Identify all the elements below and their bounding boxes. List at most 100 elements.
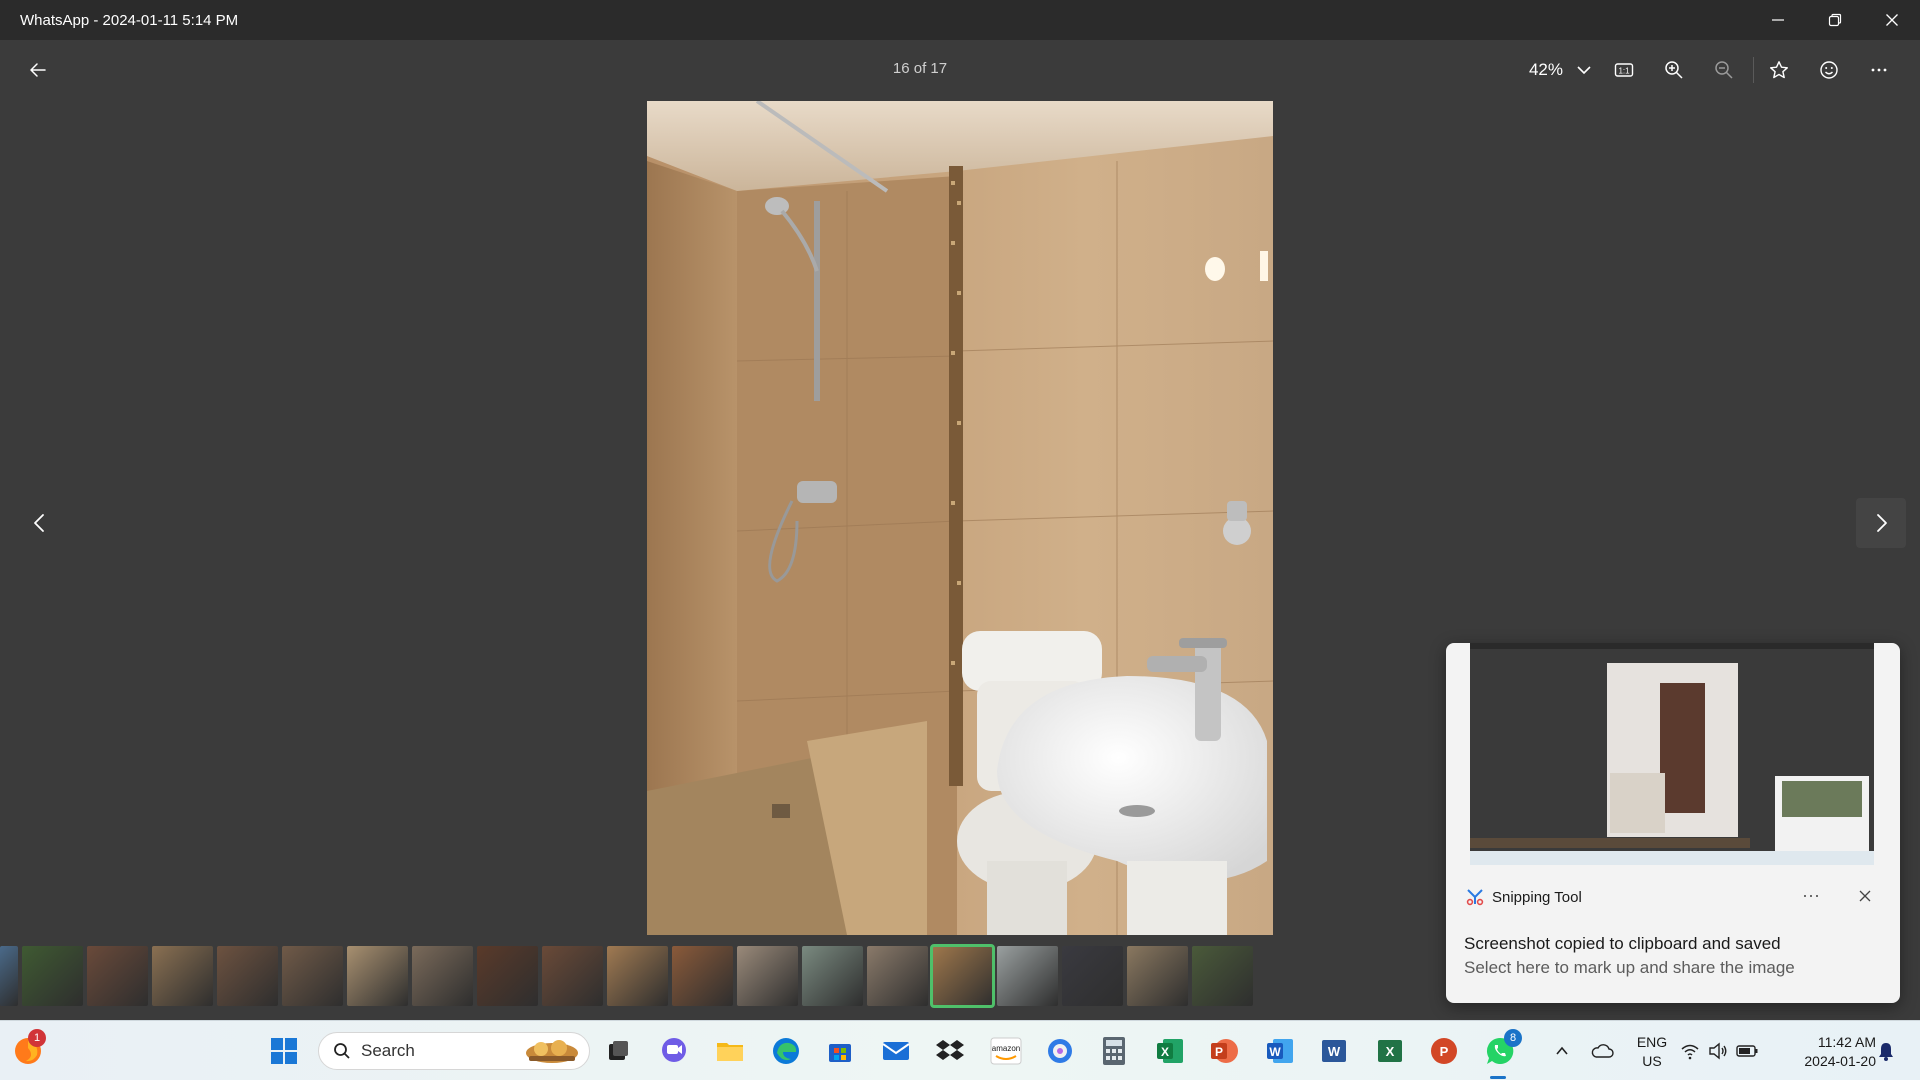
filmstrip-thumbnail[interactable]: [672, 946, 733, 1006]
filmstrip-thumbnail[interactable]: [152, 946, 213, 1006]
whatsapp-button[interactable]: 8: [1480, 1029, 1522, 1071]
start-icon: [271, 1038, 297, 1064]
dropbox-icon: [936, 1040, 964, 1060]
snipping-tool-icon: [1466, 889, 1484, 906]
filmstrip-thumbnail[interactable]: [737, 946, 798, 1006]
store-button[interactable]: [820, 1031, 860, 1071]
close-icon: [1885, 14, 1898, 26]
taskbar-search[interactable]: Search: [318, 1032, 590, 1070]
filmstrip-thumbnail[interactable]: [867, 946, 928, 1006]
mail-button[interactable]: [876, 1031, 916, 1071]
close-window-button[interactable]: [1863, 0, 1920, 40]
main-image[interactable]: [647, 101, 1273, 935]
filmstrip-thumbnail[interactable]: [1127, 946, 1188, 1006]
excel-button[interactable]: X: [1150, 1031, 1190, 1071]
filmstrip-thumbnail[interactable]: [1192, 946, 1253, 1006]
chevron-up-icon: [1556, 1046, 1568, 1055]
copilot-icon: [1048, 1039, 1072, 1063]
filmstrip-thumbnail[interactable]: [282, 946, 343, 1006]
restore-button[interactable]: [1806, 0, 1863, 40]
more-options-button[interactable]: [1854, 50, 1904, 90]
powerpoint-button[interactable]: P: [1204, 1031, 1244, 1071]
actual-size-button[interactable]: 1:1: [1599, 50, 1649, 90]
quick-settings-button[interactable]: [1676, 1031, 1762, 1071]
svg-text:P: P: [1215, 1045, 1223, 1059]
filmstrip-thumbnail[interactable]: [542, 946, 603, 1006]
search-highlight-icon: [526, 1040, 578, 1063]
reaction-button[interactable]: [1804, 50, 1854, 90]
powerpoint-icon: P: [1431, 1038, 1457, 1064]
svg-text:W: W: [1269, 1045, 1281, 1059]
powerpoint-legacy-button[interactable]: P: [1424, 1031, 1464, 1071]
filmstrip-thumbnail[interactable]: [997, 946, 1058, 1006]
filmstrip-thumbnail[interactable]: [607, 946, 668, 1006]
window-title: WhatsApp - 2024-01-11 5:14 PM: [20, 11, 239, 29]
zoom-dropdown-button[interactable]: [1569, 50, 1599, 90]
filmstrip-thumbnail[interactable]: [87, 946, 148, 1006]
word-button[interactable]: W: [1260, 1031, 1300, 1071]
wifi-icon: [1681, 1044, 1699, 1060]
snipping-tool-notification[interactable]: Snipping Tool ··· Screenshot copied to c…: [1446, 643, 1900, 1003]
excel-legacy-button[interactable]: X: [1370, 1031, 1410, 1071]
actual-size-icon: 1:1: [1614, 63, 1634, 77]
edge-icon: [773, 1038, 799, 1064]
word-icon: W: [1267, 1039, 1293, 1063]
copilot-button[interactable]: [1040, 1031, 1080, 1071]
filmstrip-thumbnail-active[interactable]: [930, 944, 995, 1008]
preview-thumbnail: [1470, 643, 1874, 865]
battery-icon: [1736, 1045, 1758, 1057]
dropbox-button[interactable]: [930, 1031, 970, 1071]
word-legacy-button[interactable]: W: [1314, 1031, 1354, 1071]
toast-more-button[interactable]: ···: [1802, 885, 1820, 906]
screenshot-preview[interactable]: [1470, 643, 1874, 865]
filmstrip-thumbnail[interactable]: [0, 946, 18, 1006]
filmstrip-thumbnail[interactable]: [22, 946, 83, 1006]
calculator-button[interactable]: [1094, 1031, 1134, 1071]
firefox-button[interactable]: 1: [8, 1029, 48, 1071]
show-hidden-icons-button[interactable]: [1542, 1031, 1582, 1071]
minimize-icon: [1771, 19, 1784, 21]
close-icon: [1859, 890, 1871, 902]
filmstrip-thumbnail[interactable]: [802, 946, 863, 1006]
input-language[interactable]: ENG US: [1632, 1033, 1672, 1071]
meet-button[interactable]: [654, 1031, 694, 1071]
filmstrip-thumbnail[interactable]: [412, 946, 473, 1006]
firefox-badge: 1: [28, 1029, 46, 1047]
filmstrip-thumbnail[interactable]: [1062, 946, 1123, 1006]
previous-image-button[interactable]: [20, 503, 60, 543]
clock[interactable]: 11:42 AM 2024-01-20: [1780, 1033, 1876, 1071]
file-explorer-icon: [717, 1043, 743, 1061]
word-icon: W: [1322, 1040, 1346, 1062]
chevron-down-icon: [1577, 66, 1591, 75]
zoom-in-button[interactable]: [1649, 50, 1699, 90]
window-controls: [1749, 0, 1920, 40]
svg-text:amazon: amazon: [992, 1044, 1020, 1053]
edge-button[interactable]: [766, 1031, 806, 1071]
filmstrip-thumbnail[interactable]: [217, 946, 278, 1006]
task-view-button[interactable]: [598, 1031, 638, 1071]
whatsapp-badge: 8: [1504, 1029, 1522, 1047]
notification-center-button[interactable]: [1866, 1031, 1906, 1071]
toast-body: Select here to mark up and share the ima…: [1464, 958, 1795, 977]
file-explorer-button[interactable]: [710, 1031, 750, 1071]
task-view-icon: [609, 1041, 628, 1060]
filmstrip-thumbnail[interactable]: [347, 946, 408, 1006]
svg-text:1:1: 1:1: [1618, 67, 1630, 76]
bell-icon: [1879, 1043, 1893, 1061]
favorite-button[interactable]: [1754, 50, 1804, 90]
toast-close-button[interactable]: [1858, 889, 1872, 908]
search-icon: [334, 1043, 350, 1059]
emoji-icon: [1820, 61, 1838, 79]
amazon-button[interactable]: amazon: [986, 1031, 1026, 1071]
next-image-button[interactable]: [1856, 498, 1906, 548]
onedrive-button[interactable]: [1582, 1031, 1622, 1071]
zoom-level[interactable]: 42%: [1529, 60, 1563, 80]
toast-header: Snipping Tool ···: [1466, 885, 1880, 909]
mail-icon: [882, 1042, 910, 1060]
zoom-out-button[interactable]: [1699, 50, 1749, 90]
more-icon: [1871, 68, 1887, 72]
filmstrip-thumbnail[interactable]: [477, 946, 538, 1006]
start-button[interactable]: [264, 1031, 304, 1071]
svg-text:P: P: [1440, 1044, 1449, 1059]
minimize-button[interactable]: [1749, 0, 1806, 40]
